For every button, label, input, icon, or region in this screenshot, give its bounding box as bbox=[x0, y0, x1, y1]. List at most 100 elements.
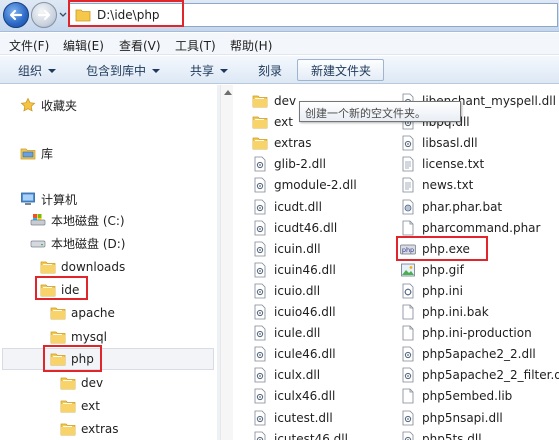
share-label: 共享 bbox=[190, 64, 215, 78]
file-item[interactable]: libsasl.dll bbox=[400, 133, 478, 153]
nav-selection-highlight bbox=[2, 348, 214, 370]
new-folder-label: 新建文件夹 bbox=[311, 64, 372, 78]
forward-button[interactable] bbox=[31, 2, 57, 28]
nav-item-computer[interactable]: 计算机 bbox=[20, 189, 77, 209]
file-name: icudt46.dll bbox=[274, 220, 338, 235]
file-item[interactable]: icule.dll bbox=[252, 323, 320, 343]
text-file-icon bbox=[402, 156, 414, 172]
file-name: license.txt bbox=[422, 157, 485, 172]
file-name: php.ini bbox=[422, 283, 463, 298]
file-item[interactable]: gmodule-2.dll bbox=[252, 175, 357, 195]
nav-label-drive-c: 本地磁盘 (C:) bbox=[51, 213, 125, 228]
file-name: libsasl.dll bbox=[422, 136, 478, 151]
folder-icon bbox=[50, 307, 66, 320]
menu-file[interactable]: 文件(F) bbox=[9, 37, 49, 54]
menu-tools[interactable]: 工具(T) bbox=[175, 37, 216, 54]
hard-drive-icon bbox=[30, 240, 46, 248]
dll-icon bbox=[402, 135, 414, 151]
file-item[interactable]: php.ini bbox=[400, 281, 463, 301]
nav-item-downloads[interactable]: downloads bbox=[40, 257, 125, 277]
file-item[interactable]: icuio.dll bbox=[252, 281, 320, 301]
file-name: pharcommand.phar bbox=[422, 220, 541, 235]
nav-item-mysql[interactable]: mysql bbox=[50, 327, 107, 347]
organize-button[interactable]: 组织 bbox=[18, 62, 57, 79]
file-item[interactable]: php5apache2_2.dll bbox=[400, 344, 536, 364]
dll-icon bbox=[402, 431, 414, 440]
nav-item-drive-d[interactable]: 本地磁盘 (D:) bbox=[30, 233, 125, 253]
file-item[interactable]: php5apache2_2_filter.dll bbox=[400, 365, 559, 385]
file-item[interactable]: icuin46.dll bbox=[252, 260, 336, 280]
file-name: iculx.dll bbox=[274, 368, 321, 383]
nav-item-ext[interactable]: ext bbox=[60, 396, 100, 416]
file-name: php5ts.dll bbox=[422, 431, 482, 440]
dll-icon bbox=[254, 241, 266, 257]
file-item[interactable]: ext bbox=[252, 112, 293, 132]
file-item[interactable]: pharcommand.phar bbox=[400, 218, 540, 238]
nav-label-dev: dev bbox=[81, 376, 104, 390]
file-item[interactable]: license.txt bbox=[400, 154, 484, 174]
blank-file-icon bbox=[402, 304, 414, 320]
caret-down-icon bbox=[152, 69, 161, 73]
back-button[interactable] bbox=[3, 2, 29, 28]
folder-icon bbox=[60, 423, 76, 436]
dll-icon bbox=[254, 325, 266, 341]
file-name: php5nsapi.dll bbox=[422, 410, 503, 425]
file-item[interactable]: php.ini-production bbox=[400, 323, 532, 343]
menu-edit[interactable]: 编辑(E) bbox=[63, 37, 104, 54]
ini-file-icon bbox=[402, 283, 414, 299]
folder-icon bbox=[60, 400, 76, 413]
file-name: icuio46.dll bbox=[274, 305, 336, 319]
batch-file-icon bbox=[402, 199, 414, 214]
menu-help[interactable]: 帮助(H) bbox=[230, 37, 272, 54]
blank-file-icon bbox=[402, 325, 414, 341]
computer-icon bbox=[21, 192, 35, 205]
file-name: php.gif bbox=[422, 262, 464, 277]
file-name: icutest.dll bbox=[274, 410, 333, 425]
arrow-right-icon bbox=[37, 9, 51, 21]
nav-item-drive-c[interactable]: 本地磁盘 (C:) bbox=[30, 210, 125, 230]
file-name: iculx46.dll bbox=[274, 389, 336, 404]
file-item[interactable]: icule46.dll bbox=[252, 344, 336, 364]
file-item[interactable]: icudt.dll bbox=[252, 197, 322, 217]
recent-pages-dropdown[interactable] bbox=[59, 11, 67, 19]
nav-item-extras[interactable]: extras bbox=[60, 419, 119, 439]
file-item[interactable]: php.ini.bak bbox=[400, 302, 489, 322]
file-item[interactable]: icuin.dll bbox=[252, 239, 321, 259]
file-name: ext bbox=[274, 115, 293, 130]
file-item[interactable]: phar.phar.bat bbox=[400, 197, 502, 217]
file-item[interactable]: iculx.dll bbox=[252, 365, 320, 385]
nav-label-ext: ext bbox=[81, 399, 100, 413]
nav-item-dev[interactable]: dev bbox=[60, 373, 103, 393]
file-item[interactable]: news.txt bbox=[400, 175, 473, 195]
file-name: icule46.dll bbox=[274, 347, 336, 362]
file-item[interactable]: php5nsapi.dll bbox=[400, 408, 503, 428]
file-item[interactable]: icudt46.dll bbox=[252, 218, 337, 238]
file-name: icuio.dll bbox=[274, 283, 321, 298]
file-item[interactable]: extras bbox=[252, 133, 312, 153]
file-item[interactable]: iculx46.dll bbox=[252, 386, 335, 406]
file-item[interactable]: php.gif bbox=[400, 260, 464, 280]
nav-item-libraries[interactable]: 库 bbox=[20, 143, 53, 163]
file-item[interactable]: dev bbox=[252, 91, 296, 111]
nav-item-apache[interactable]: apache bbox=[50, 303, 115, 323]
file-name: php5apache2_2.dll bbox=[422, 347, 536, 362]
file-item[interactable]: icutest.dll bbox=[252, 408, 333, 428]
menu-view[interactable]: 查看(V) bbox=[119, 37, 161, 54]
file-item[interactable]: glib-2.dll bbox=[252, 154, 326, 174]
folder-icon bbox=[40, 261, 56, 274]
burn-button[interactable]: 刻录 bbox=[258, 62, 282, 79]
file-item[interactable]: icuio46.dll bbox=[252, 302, 336, 322]
nav-label-computer: 计算机 bbox=[41, 192, 78, 207]
navigation-scrollbar[interactable] bbox=[220, 85, 233, 440]
include-in-library-button[interactable]: 包含到库中 bbox=[86, 62, 161, 79]
share-button[interactable]: 共享 bbox=[190, 62, 229, 79]
scroll-up-icon[interactable] bbox=[224, 90, 232, 95]
star-icon bbox=[20, 97, 36, 112]
dll-icon bbox=[254, 199, 266, 214]
dll-icon bbox=[402, 410, 414, 425]
file-item[interactable]: php5embed.lib bbox=[400, 386, 512, 406]
file-item[interactable]: icutest46.dll bbox=[252, 429, 348, 440]
nav-item-favorites[interactable]: 收藏夹 bbox=[20, 95, 77, 115]
dll-icon bbox=[254, 410, 266, 425]
file-item[interactable]: php5ts.dll bbox=[400, 429, 482, 440]
